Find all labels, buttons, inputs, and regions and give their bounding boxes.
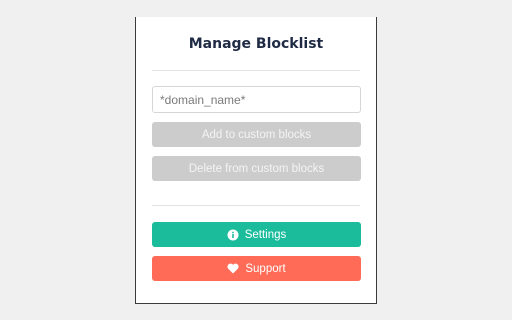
support-button-label: Support — [245, 262, 286, 275]
settings-button-label: Settings — [244, 228, 287, 241]
support-button[interactable]: Support — [152, 256, 361, 281]
top-divider — [152, 70, 360, 71]
info-circle-icon — [227, 229, 239, 241]
settings-button[interactable]: Settings — [152, 222, 361, 247]
add-to-custom-blocks-button[interactable]: Add to custom blocks — [152, 122, 361, 147]
middle-divider — [152, 205, 360, 206]
blocklist-panel: Manage Blocklist Add to custom blocks De… — [135, 17, 377, 304]
delete-from-custom-blocks-button[interactable]: Delete from custom blocks — [152, 156, 361, 181]
delete-button-label: Delete from custom blocks — [188, 162, 325, 175]
domain-name-input[interactable] — [152, 86, 361, 113]
panel-title: Manage Blocklist — [188, 36, 324, 52]
add-button-label: Add to custom blocks — [201, 128, 312, 141]
heart-icon — [227, 263, 239, 275]
